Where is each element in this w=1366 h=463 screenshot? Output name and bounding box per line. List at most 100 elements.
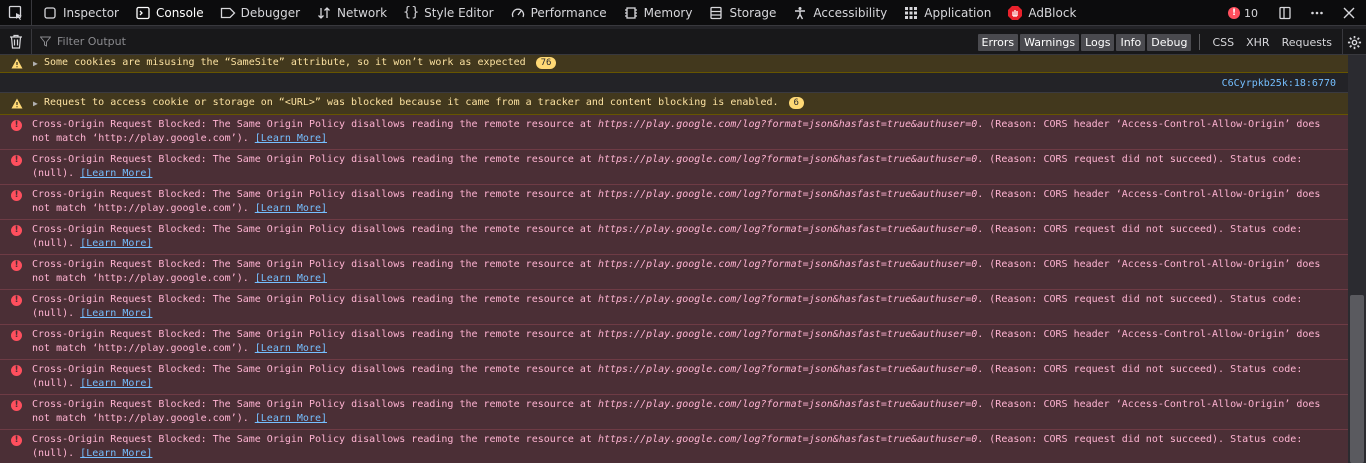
tab-inspector[interactable]: Inspector [32, 0, 125, 26]
error-icon: ! [11, 120, 22, 131]
error-icon: ! [11, 260, 22, 271]
error-url: https://play.google.com/log?format=json&… [597, 364, 978, 375]
error-text: Cross-Origin Request Blocked: The Same O… [32, 364, 598, 375]
error-text: Cross-Origin Request Blocked: The Same O… [32, 259, 598, 270]
error-message[interactable]: ! Cross-Origin Request Blocked: The Same… [0, 395, 1348, 430]
learn-more-link[interactable]: [Learn More] [80, 378, 152, 389]
warning-icon [11, 98, 23, 109]
error-text: Cross-Origin Request Blocked: The Same O… [32, 399, 598, 410]
scrollbar-thumb[interactable] [1350, 295, 1364, 463]
tab-network[interactable]: Network [306, 0, 393, 26]
error-message[interactable]: ! Cross-Origin Request Blocked: The Same… [0, 150, 1348, 185]
element-picker-button[interactable] [0, 0, 32, 26]
adblock-icon [1007, 5, 1023, 21]
devtools-tabbar: Inspector Console Debugger Network {} St… [0, 0, 1366, 26]
filter-icon [40, 36, 51, 47]
dock-options-button[interactable] [1272, 0, 1298, 26]
error-reason: . (Reason: CORS header ‘Access-Control-A… [977, 189, 1321, 200]
error-icon: ! [11, 330, 22, 341]
filter-xhr-button[interactable]: XHR [1240, 36, 1275, 49]
tab-label: Style Editor [424, 5, 494, 20]
tab-label: Accessibility [813, 5, 888, 20]
message-location-row: C6Cyrpkb25k:18:6770 [0, 73, 1348, 93]
tab-adblock[interactable]: AdBlock [997, 0, 1082, 26]
learn-more-link[interactable]: [Learn More] [255, 273, 327, 284]
error-message[interactable]: ! Cross-Origin Request Blocked: The Same… [0, 360, 1348, 395]
error-count-badge[interactable]: ! 10 [1220, 0, 1266, 26]
filter-logs-button[interactable]: Logs [1081, 33, 1115, 51]
error-message[interactable]: ! Cross-Origin Request Blocked: The Same… [0, 290, 1348, 325]
learn-more-link[interactable]: [Learn More] [80, 168, 152, 179]
error-text: Cross-Origin Request Blocked: The Same O… [32, 434, 598, 445]
tab-style-editor[interactable]: {} Style Editor [393, 0, 499, 26]
console-settings-button[interactable] [1342, 29, 1366, 55]
more-options-button[interactable] [1304, 0, 1330, 26]
error-url: https://play.google.com/log?format=json&… [597, 294, 978, 305]
filter-css-button[interactable]: CSS [1206, 36, 1240, 49]
expand-arrow-icon[interactable]: ▶ [33, 59, 38, 68]
learn-more-link[interactable]: [Learn More] [255, 133, 327, 144]
tab-console[interactable]: Console [125, 0, 210, 26]
tab-label: Console [155, 5, 204, 20]
error-reason: not match ‘http://play.google.com’). [32, 273, 255, 284]
filter-debug-button[interactable]: Debug [1147, 33, 1192, 51]
tab-label: AdBlock [1028, 5, 1077, 20]
learn-more-link[interactable]: [Learn More] [80, 448, 152, 459]
filter-box [32, 29, 332, 55]
error-icon: ! [11, 225, 22, 236]
learn-more-link[interactable]: [Learn More] [255, 343, 327, 354]
close-devtools-button[interactable] [1336, 0, 1362, 26]
learn-more-link[interactable]: [Learn More] [255, 413, 327, 424]
warning-icon [11, 58, 23, 69]
learn-more-link[interactable]: [Learn More] [80, 238, 152, 249]
warning-message[interactable]: ▶ Request to access cookie or storage on… [0, 93, 1348, 115]
learn-more-link[interactable]: [Learn More] [255, 203, 327, 214]
tab-performance[interactable]: Performance [500, 0, 613, 26]
toolbar-divider [1199, 34, 1201, 50]
tab-storage[interactable]: Storage [698, 0, 782, 26]
console-output: ▶ Some cookies are misusing the “SameSit… [0, 55, 1348, 463]
tab-label: Inspector [63, 5, 119, 20]
error-message[interactable]: ! Cross-Origin Request Blocked: The Same… [0, 115, 1348, 150]
tab-debugger[interactable]: Debugger [210, 0, 306, 26]
error-reason: . (Reason: CORS header ‘Access-Control-A… [977, 119, 1321, 130]
error-icon: ! [1228, 7, 1240, 19]
error-url: https://play.google.com/log?format=json&… [597, 224, 978, 235]
gear-icon [1347, 35, 1362, 49]
error-reason: (null). [32, 378, 81, 389]
filter-output-input[interactable] [57, 35, 317, 48]
error-message[interactable]: ! Cross-Origin Request Blocked: The Same… [0, 220, 1348, 255]
tab-accessibility[interactable]: Accessibility [782, 0, 893, 26]
error-url: https://play.google.com/log?format=json&… [597, 119, 978, 130]
error-text: Cross-Origin Request Blocked: The Same O… [32, 294, 598, 305]
error-reason: (null). [32, 308, 81, 319]
error-message[interactable]: ! Cross-Origin Request Blocked: The Same… [0, 185, 1348, 220]
learn-more-link[interactable]: [Learn More] [80, 308, 152, 319]
filter-requests-button[interactable]: Requests [1276, 36, 1338, 49]
error-icon: ! [11, 400, 22, 411]
error-text: Cross-Origin Request Blocked: The Same O… [32, 189, 598, 200]
error-reason: . (Reason: CORS header ‘Access-Control-A… [977, 329, 1321, 340]
tab-memory[interactable]: Memory [613, 0, 699, 26]
warning-text: Request to access cookie or storage on “… [44, 97, 779, 108]
tab-label: Network [337, 5, 388, 20]
filter-info-button[interactable]: Info [1116, 33, 1146, 51]
close-icon [1343, 7, 1355, 19]
error-url: https://play.google.com/log?format=json&… [597, 259, 978, 270]
console-scrollbar[interactable] [1348, 55, 1366, 463]
warning-message[interactable]: ▶ Some cookies are misusing the “SameSit… [0, 55, 1348, 73]
error-text: Cross-Origin Request Blocked: The Same O… [32, 329, 598, 340]
clear-console-button[interactable] [0, 28, 32, 55]
tab-application[interactable]: Application [893, 0, 997, 26]
source-location-link[interactable]: C6Cyrpkb25k:18:6770 [1222, 78, 1336, 89]
tab-label: Performance [530, 5, 607, 20]
error-message[interactable]: ! Cross-Origin Request Blocked: The Same… [0, 430, 1348, 463]
error-message[interactable]: ! Cross-Origin Request Blocked: The Same… [0, 255, 1348, 290]
filter-errors-button[interactable]: Errors [977, 33, 1019, 51]
error-message[interactable]: ! Cross-Origin Request Blocked: The Same… [0, 325, 1348, 360]
style-editor-icon: {} [402, 5, 420, 20]
error-reason: . (Reason: CORS header ‘Access-Control-A… [977, 259, 1321, 270]
expand-arrow-icon[interactable]: ▶ [33, 99, 38, 108]
error-reason: not match ‘http://play.google.com’). [32, 413, 255, 424]
filter-warnings-button[interactable]: Warnings [1020, 33, 1080, 51]
